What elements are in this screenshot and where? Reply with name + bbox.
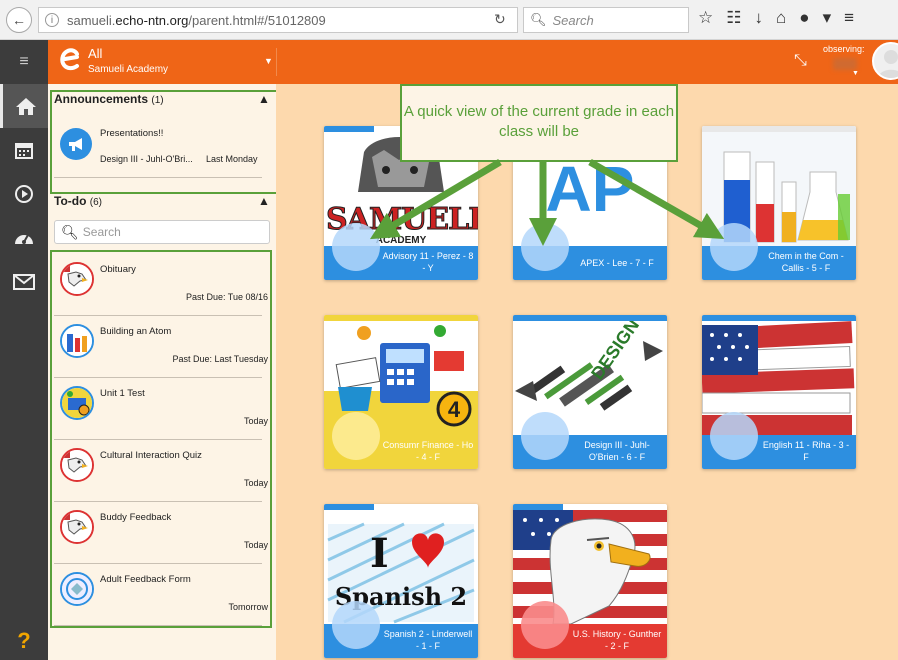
bookmark-star-icon[interactable]: ☆ bbox=[698, 8, 713, 28]
download-icon[interactable]: ↓ bbox=[755, 8, 764, 28]
observed-student-name[interactable] bbox=[833, 58, 857, 70]
course-card[interactable]: English 11 - Riha - 3 - F bbox=[702, 315, 856, 469]
url-bar[interactable]: i samueli. echo-ntn.org/parent.html#/5101… bbox=[38, 7, 518, 33]
info-icon[interactable]: i bbox=[45, 13, 59, 27]
search-icon: 🔍︎ bbox=[530, 12, 547, 27]
observing-label: observing: bbox=[823, 44, 865, 54]
todo-search-placeholder: Search bbox=[82, 225, 121, 239]
course-card[interactable]: U.S. History - Gunther - 2 - F bbox=[513, 504, 667, 658]
grade-indicator bbox=[521, 601, 569, 649]
browser-toolbar: ← i samueli. echo-ntn.org/parent.html#/51… bbox=[0, 0, 898, 40]
home-icon[interactable]: ⌂ bbox=[776, 8, 786, 28]
todo-collapse-icon[interactable]: ▲ bbox=[258, 194, 270, 208]
scope-title[interactable]: All bbox=[88, 46, 102, 61]
pocket-icon[interactable]: ▾ bbox=[823, 8, 832, 28]
todo-title: To-do bbox=[54, 194, 87, 208]
spanish-art-i: I bbox=[370, 530, 389, 577]
course-card[interactable]: DESIGN Design III - Juhl-O'Brien - 6 - F bbox=[513, 315, 667, 469]
chat-icon[interactable]: ● bbox=[799, 8, 809, 28]
url-path: /parent.html#/51012809 bbox=[188, 12, 326, 28]
todo-highlight-box bbox=[50, 250, 272, 628]
grade-indicator bbox=[332, 223, 380, 271]
grade-indicator bbox=[710, 412, 758, 460]
app-header: All Samueli Academy ▼ ⤡ observing: ▼ bbox=[48, 40, 898, 84]
course-card[interactable]: Chem in the Com - Callis - 5 - F bbox=[702, 126, 856, 280]
grade-indicator bbox=[332, 412, 380, 460]
back-arrow-icon[interactable]: ← bbox=[6, 6, 32, 33]
course-card[interactable]: I Spanish 2 Spanish 2 - Linderwell - 1 -… bbox=[324, 504, 478, 658]
hamburger-menu-icon[interactable]: ≡ bbox=[0, 40, 48, 84]
browser-menu-icon[interactable]: ≡ bbox=[844, 8, 854, 28]
todo-count: (6) bbox=[89, 197, 103, 208]
annotation-callout: A quick view of the current grade in eac… bbox=[400, 84, 678, 162]
nav-calendar-icon[interactable] bbox=[0, 128, 48, 172]
apex-art-text: AP bbox=[545, 153, 635, 225]
grade-indicator bbox=[332, 601, 380, 649]
scope-dropdown-icon[interactable]: ▼ bbox=[264, 56, 273, 66]
url-domain: echo-ntn.org bbox=[115, 12, 189, 28]
course-card[interactable]: 4 Consumr Finance - Ho - 4 - F bbox=[324, 315, 478, 469]
reload-icon[interactable]: ↻ bbox=[494, 11, 506, 28]
grade-indicator bbox=[521, 223, 569, 271]
nav-dashboard-icon[interactable] bbox=[0, 216, 48, 260]
nav-mail-icon[interactable] bbox=[0, 260, 48, 304]
browser-search-input[interactable]: 🔍︎ Search bbox=[523, 7, 689, 33]
observing-dropdown-icon[interactable]: ▼ bbox=[852, 70, 859, 77]
nav-play-icon[interactable] bbox=[0, 172, 48, 216]
nav-rail: ≡ ? bbox=[0, 40, 48, 660]
expand-icon[interactable]: ⤡ bbox=[794, 52, 807, 70]
finance-art-number: 4 bbox=[447, 397, 461, 422]
todo-header[interactable]: To-do (6) bbox=[54, 194, 102, 208]
browser-search-placeholder: Search bbox=[552, 12, 594, 28]
url-prefix: samueli. bbox=[67, 12, 116, 28]
help-icon[interactable]: ? bbox=[0, 628, 48, 654]
course-grid: SAMUELI ACADEMY Advisory 11 - Perez - 8 … bbox=[276, 84, 898, 660]
todo-search-input[interactable]: 🔍︎ Search bbox=[54, 220, 270, 244]
announcements-highlight-box bbox=[50, 90, 286, 194]
header-divider bbox=[276, 48, 277, 76]
nav-home-icon[interactable] bbox=[0, 84, 48, 128]
grade-indicator bbox=[521, 412, 569, 460]
reading-list-icon[interactable]: ☷ bbox=[726, 8, 741, 28]
scope-subtitle[interactable]: Samueli Academy bbox=[88, 64, 168, 75]
avatar[interactable] bbox=[872, 42, 898, 80]
grade-indicator bbox=[710, 223, 758, 271]
echo-logo-icon[interactable] bbox=[56, 46, 84, 74]
search-icon: 🔍︎ bbox=[61, 223, 79, 240]
